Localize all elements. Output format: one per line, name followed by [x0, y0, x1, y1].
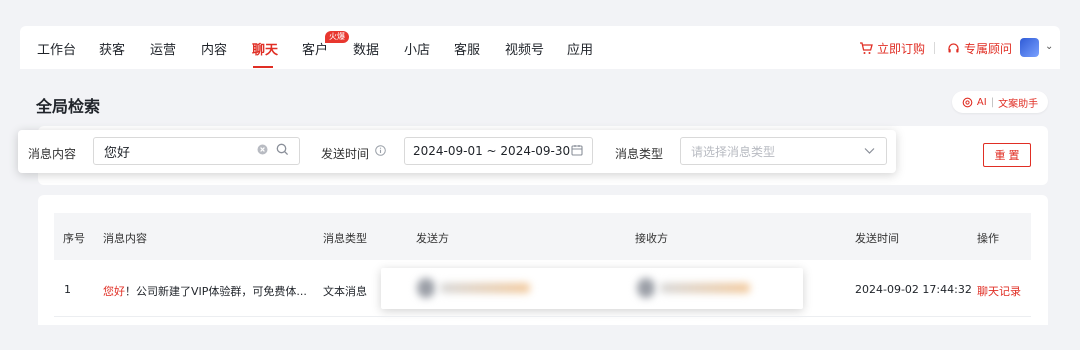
chat-history-link[interactable]: 聊天记录 — [977, 283, 1021, 299]
sender-name — [440, 283, 530, 293]
nav-item-workbench[interactable]: 工作台 — [37, 39, 76, 58]
receiver-avatar — [637, 278, 655, 298]
ai-separator: | — [990, 96, 995, 108]
message-type-select[interactable]: 请选择消息类型 — [680, 137, 887, 165]
nav-item-content[interactable]: 内容 — [201, 39, 227, 58]
info-icon[interactable] — [375, 145, 386, 159]
message-type-placeholder: 请选择消息类型 — [691, 144, 776, 159]
nav-item-shop[interactable]: 小店 — [404, 39, 430, 58]
avatar[interactable] — [1020, 38, 1039, 57]
receiver-name — [660, 283, 750, 293]
nav-item-acquire[interactable]: 获客 — [99, 39, 125, 58]
row-message-type: 文本消息 — [323, 285, 367, 298]
consultant-label: 专属顾问 — [964, 42, 1013, 56]
headset-icon — [948, 43, 959, 53]
order-label: 立即订购 — [877, 42, 926, 56]
active-tab-indicator — [253, 66, 273, 68]
clear-icon[interactable] — [257, 144, 268, 158]
row-send-time: 2024-09-02 17:44:32 — [855, 283, 972, 296]
time-filter-label: 发送时间 — [321, 147, 370, 161]
row-divider — [54, 316, 1031, 317]
date-range-value: 2024-09-01 ~ 2024-09-30 — [413, 144, 571, 158]
col-header-receiver: 接收方 — [635, 232, 668, 245]
col-header-time: 发送时间 — [855, 232, 899, 245]
nav-item-channels[interactable]: 视频号 — [505, 39, 544, 58]
content-search-input[interactable]: 您好 — [93, 137, 300, 165]
nav-divider — [934, 42, 935, 54]
type-filter-label: 消息类型 — [615, 147, 664, 161]
ai-label: AI — [976, 96, 987, 108]
col-header-index: 序号 — [63, 232, 85, 245]
order-link[interactable]: 立即订购 — [859, 40, 925, 57]
ai-helper-label: 文案助手 — [998, 98, 1039, 110]
chevron-down-icon[interactable] — [864, 145, 875, 158]
col-header-sender: 发送方 — [416, 232, 449, 245]
filter-bar: 消息内容 您好 发送时间 2024-09-01 ~ 2024-09-30 消息类… — [18, 130, 896, 173]
content-filter-label: 消息内容 — [28, 147, 77, 161]
cart-icon — [860, 42, 873, 54]
calendar-icon[interactable] — [571, 144, 583, 159]
content-search-value: 您好 — [104, 145, 131, 161]
keyword-highlight: 您好 — [103, 285, 125, 298]
nav-item-apps[interactable]: 应用 — [567, 39, 593, 58]
col-header-action: 操作 — [977, 232, 999, 245]
search-icon[interactable] — [276, 143, 289, 159]
col-header-type: 消息类型 — [323, 232, 367, 245]
page-title: 全局检索 — [36, 97, 101, 116]
consultant-link[interactable]: 专属顾问 — [947, 40, 1012, 57]
chevron-down-icon[interactable]: ⌄ — [1045, 41, 1053, 52]
nav-item-chat[interactable]: 聊天 — [252, 39, 278, 58]
date-range-picker[interactable]: 2024-09-01 ~ 2024-09-30 — [404, 137, 593, 165]
nav-item-service[interactable]: 客服 — [454, 39, 480, 58]
row-message-content: 您好！公司新建了VIP体验群，可免费体... — [103, 283, 307, 299]
sender-avatar — [417, 278, 435, 298]
ai-copywriting-button[interactable]: AI | 文案助手 — [952, 91, 1048, 113]
ai-icon — [962, 97, 973, 107]
nav-item-data[interactable]: 数据 — [353, 39, 379, 58]
hot-badge: 火爆 — [325, 31, 349, 43]
row-index: 1 — [64, 283, 71, 296]
nav-item-operate[interactable]: 运营 — [150, 39, 176, 58]
col-header-content: 消息内容 — [103, 232, 147, 245]
message-text: ！公司新建了VIP体验群，可免费体... — [125, 285, 307, 298]
reset-button[interactable]: 重 置 — [983, 143, 1031, 167]
